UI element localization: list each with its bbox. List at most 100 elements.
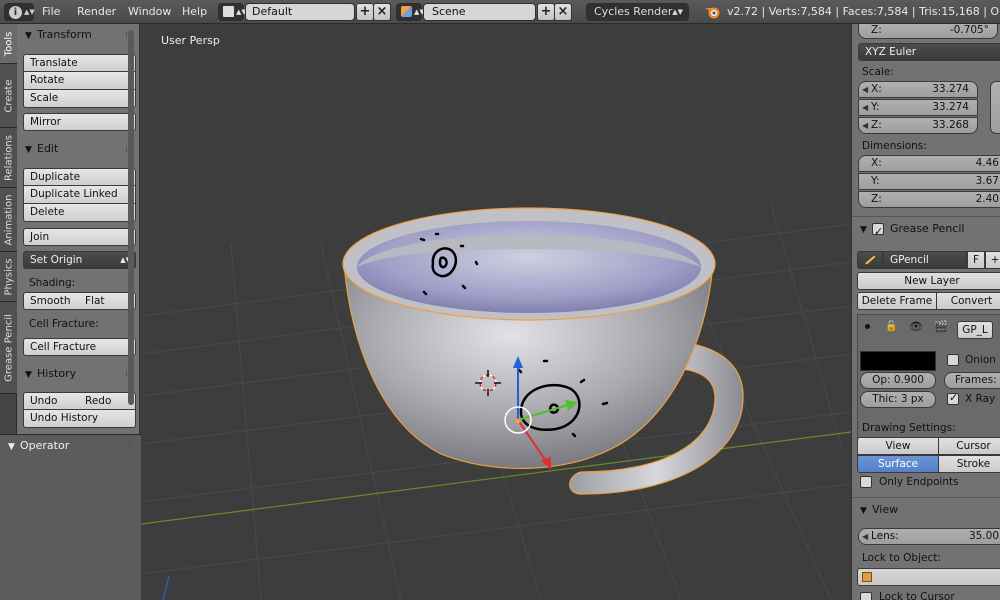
stroke-color-swatch[interactable]: [860, 351, 936, 371]
draw-stroke-toggle[interactable]: Stroke: [939, 455, 1000, 473]
screen-layout-icon-button[interactable]: ▲▼: [218, 3, 247, 21]
field-value: 33.274: [932, 83, 969, 95]
rotation-z-field[interactable]: Z: -0.705°: [858, 24, 998, 39]
translate-button[interactable]: Translate: [23, 54, 136, 72]
tab-create[interactable]: Create: [0, 64, 17, 128]
scene-icon: [401, 6, 412, 17]
new-layer-button[interactable]: New Layer: [857, 272, 1000, 290]
teacup-object[interactable]: [342, 207, 744, 495]
frames-field[interactable]: Frames: 0: [944, 372, 1000, 389]
lens-field[interactable]: ◀ Lens: 35.00: [858, 528, 1000, 545]
thickness-field[interactable]: Thic: 3 px: [860, 391, 936, 408]
scene-icon-button[interactable]: ▲▼: [396, 3, 425, 21]
viewport-perspective-label: User Persp: [161, 34, 220, 47]
properties-region: Z: -0.705° XYZ Euler Scale: ◀ X: 33.274 ◀ Y:…: [851, 24, 1000, 600]
fake-user-button[interactable]: F: [967, 251, 985, 269]
rotation-mode-select[interactable]: XYZ Euler: [858, 43, 1000, 61]
convert-button[interactable]: Convert: [937, 292, 1000, 310]
delete-screen-button[interactable]: ×: [373, 3, 391, 21]
edit-panel-header[interactable]: ▼ Edit: [17, 138, 140, 160]
cell-fracture-label: Cell Fracture:: [29, 318, 99, 330]
top-header: i ▲▼ File Render Window Help ▲▼ Default …: [0, 0, 1000, 24]
layer-name-field[interactable]: GP_L: [957, 321, 993, 339]
lock-icon[interactable]: 🔓: [885, 321, 897, 332]
pencil-icon: [863, 254, 877, 266]
tab-animation[interactable]: Animation: [0, 188, 17, 252]
info-icon: i: [9, 6, 22, 19]
tab-tools[interactable]: Tools: [0, 24, 17, 64]
scale-button[interactable]: Scale: [23, 90, 136, 108]
scale-x-field[interactable]: ◀ X: 33.274: [858, 81, 978, 98]
delete-frame-button[interactable]: Delete Frame: [857, 292, 937, 310]
edit-panel-title: Edit: [37, 142, 59, 155]
render-engine-select[interactable]: Cycles Render ▲▼: [586, 3, 689, 21]
scene-statistics: v2.72 | Verts:7,584 | Faces:7,584 | Tris…: [727, 5, 1000, 18]
transform-panel-header[interactable]: ▼ Transform: [17, 24, 140, 46]
field-value: 3.67: [975, 175, 999, 187]
mirror-button[interactable]: Mirror: [23, 113, 136, 131]
scale-z-field[interactable]: ◀ Z: 33.268: [858, 117, 978, 134]
add-screen-button[interactable]: +: [356, 3, 374, 21]
delete-scene-button[interactable]: ×: [554, 3, 572, 21]
opacity-field[interactable]: Op: 0.900: [860, 372, 936, 389]
history-panel-header[interactable]: ▼ History: [17, 363, 140, 385]
undo-history-button[interactable]: Undo History: [23, 410, 136, 428]
add-gpencil-button[interactable]: +: [985, 251, 1000, 269]
scale-y-field[interactable]: ◀ Y: 33.274: [858, 99, 978, 116]
scale-lock-column[interactable]: [990, 81, 1000, 134]
smooth-button[interactable]: Smooth: [23, 292, 80, 310]
duplicate-button[interactable]: Duplicate: [23, 168, 136, 186]
tab-relations[interactable]: Relations: [0, 128, 17, 188]
decrement-arrow-icon: ◀: [862, 532, 869, 541]
menu-file[interactable]: File: [42, 0, 60, 24]
menu-help[interactable]: Help: [182, 0, 207, 24]
object-cube-icon: [862, 572, 872, 582]
dimension-z-field[interactable]: Z: 2.40: [858, 191, 1000, 208]
menu-window[interactable]: Window: [128, 0, 171, 24]
rotate-button[interactable]: Rotate: [23, 72, 136, 90]
only-endpoints-checkbox[interactable]: [860, 476, 872, 488]
tool-shelf: ▼ Transform Translate Rotate Scale Mirror…: [17, 24, 140, 434]
collapse-triangle-icon: ▼: [25, 370, 32, 380]
gpencil-name-field[interactable]: GPencil: [883, 251, 967, 269]
field-key: X:: [871, 157, 882, 169]
xray-checkbox[interactable]: [947, 391, 959, 405]
onion-skin-checkbox[interactable]: [947, 354, 959, 366]
field-value: 33.274: [932, 101, 969, 113]
draw-cursor-toggle[interactable]: Cursor: [939, 437, 1000, 455]
draw-view-toggle[interactable]: View: [857, 437, 939, 455]
tool-shelf-scrollbar[interactable]: [128, 30, 134, 405]
menu-render[interactable]: Render: [77, 0, 116, 24]
dimension-y-field[interactable]: Y: 3.67: [858, 173, 1000, 190]
scene-field[interactable]: Scene: [423, 3, 536, 21]
cell-fracture-button[interactable]: Cell Fracture: [23, 338, 136, 356]
drawing-settings-label: Drawing Settings:: [862, 422, 956, 434]
view-panel-title: View: [872, 503, 899, 516]
delete-button[interactable]: Delete: [23, 204, 136, 222]
lock-to-cursor-checkbox[interactable]: [860, 592, 872, 600]
set-origin-menu[interactable]: Set Origin ▲▼: [23, 251, 136, 269]
grease-pencil-enable-checkbox[interactable]: [872, 221, 884, 243]
screen-layout-name: Default: [252, 5, 293, 18]
dimension-x-field[interactable]: X: 4.46: [858, 155, 1000, 172]
eye-icon[interactable]: 👁: [909, 320, 923, 333]
viewport-canvas[interactable]: [141, 24, 851, 600]
tab-physics[interactable]: Physics: [0, 252, 17, 302]
view-panel-header[interactable]: ▼ View: [852, 499, 1000, 521]
join-button[interactable]: Join: [23, 228, 136, 246]
gpencil-datablock-browse[interactable]: [857, 251, 883, 269]
dimensions-label: Dimensions:: [862, 140, 927, 152]
render-engine-label: Cycles Render: [594, 5, 673, 18]
editor-type-menu[interactable]: i ▲▼: [4, 3, 35, 21]
lock-object-field[interactable]: [857, 568, 1000, 586]
screen-layout-field[interactable]: Default: [245, 3, 355, 21]
undo-button[interactable]: Undo: [23, 392, 80, 410]
operator-panel-header[interactable]: ▼ Operator: [0, 435, 141, 457]
film-icon[interactable]: 🎬: [934, 320, 948, 333]
duplicate-linked-button[interactable]: Duplicate Linked: [23, 186, 136, 204]
grease-pencil-panel-header[interactable]: ▼ Grease Pencil: [852, 218, 1000, 243]
tab-grease-pencil[interactable]: Grease Pencil: [0, 302, 17, 394]
draw-surface-toggle[interactable]: Surface: [857, 455, 939, 473]
add-scene-button[interactable]: +: [537, 3, 555, 21]
3d-viewport[interactable]: User Persp: [141, 24, 851, 600]
